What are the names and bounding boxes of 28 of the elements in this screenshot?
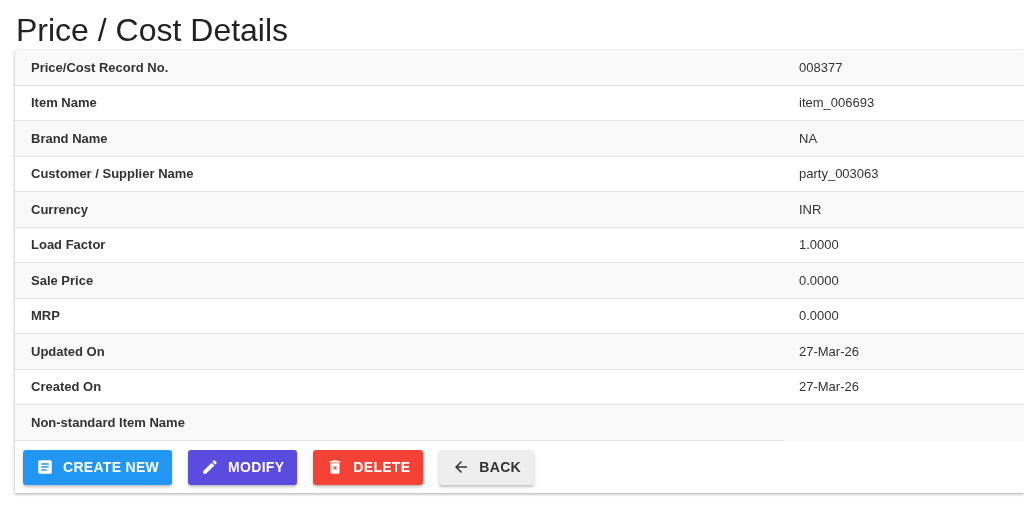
field-label: Updated On — [31, 342, 105, 361]
field-label: Load Factor — [31, 236, 106, 254]
field-value: 1.0000 — [799, 236, 839, 254]
document-icon — [36, 458, 54, 476]
field-value: 008377 — [799, 58, 843, 77]
field-value: 27-Mar-26 — [799, 378, 859, 396]
field-label: Item Name — [31, 94, 97, 112]
field-value: INR — [799, 200, 822, 219]
field-label: Price/Cost Record No. — [31, 58, 169, 77]
back-button[interactable]: BACK — [439, 449, 534, 485]
delete-button[interactable]: DELETE — [313, 449, 424, 485]
field-value: party_003063 — [799, 165, 879, 183]
field-value: 0.0000 — [799, 307, 839, 325]
field-label: Created On — [31, 378, 102, 396]
field-value: 27-Mar-26 — [799, 342, 859, 361]
field-label: Brand Name — [31, 129, 108, 148]
field-value: item_006693 — [799, 94, 875, 112]
modify-button[interactable]: MODIFY — [188, 449, 298, 485]
field-value: 0.0000 — [799, 271, 839, 290]
field-label: MRP — [31, 307, 60, 325]
create-button[interactable]: CREATE NEW — [23, 449, 173, 485]
field-label: Non-standard Item Name — [31, 413, 185, 432]
pencil-icon — [201, 458, 220, 476]
field-value: NA — [799, 129, 818, 148]
page-title: Price / Cost Details — [16, 11, 289, 50]
field-label: Customer / Supplier Name — [31, 165, 194, 183]
field-label: Currency — [31, 200, 89, 219]
field-label: Sale Price — [31, 271, 94, 290]
